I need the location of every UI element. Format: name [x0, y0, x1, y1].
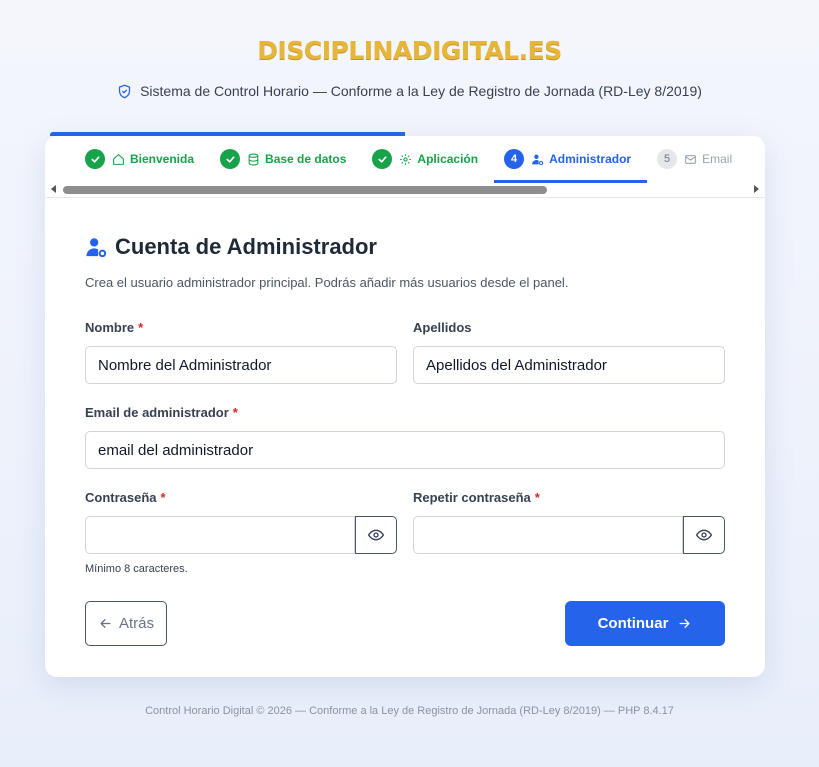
horizontal-scrollbar-thumb[interactable]: [63, 186, 547, 194]
wizard-steps: Bienvenida Base de datos Aplicación 4 Ad…: [45, 136, 765, 198]
eye-icon: [368, 529, 385, 541]
title-text: Cuenta de Administrador: [115, 234, 377, 259]
last-name-group: Apellidos: [413, 320, 725, 384]
first-name-input[interactable]: [85, 346, 397, 384]
last-name-label: Apellidos: [413, 320, 472, 335]
back-label: Atrás: [118, 615, 154, 632]
scroll-right-arrow[interactable]: [754, 185, 759, 193]
password-confirm-input[interactable]: [413, 516, 684, 554]
step-label: Email: [702, 152, 733, 166]
step-number: 4: [504, 149, 525, 169]
scroll-left-arrow[interactable]: [51, 185, 56, 193]
last-name-input[interactable]: [413, 346, 725, 384]
home-icon: [113, 153, 124, 165]
gear-icon: [400, 153, 412, 165]
continue-button[interactable]: Continuar: [565, 601, 725, 646]
toggle-password-confirm-visibility-button[interactable]: [683, 516, 725, 554]
email-group: Email de administrador *: [85, 405, 725, 469]
database-icon: [248, 153, 259, 165]
first-name-group: Nombre *: [85, 320, 397, 384]
step-database[interactable]: Base de datos: [210, 136, 362, 182]
password-confirm-label: Repetir contraseña *: [413, 490, 540, 505]
email-label: Email de administrador *: [85, 405, 238, 420]
user-gear-icon: [532, 154, 544, 165]
arrow-right-icon: [679, 619, 690, 628]
step-label: Aplicación: [417, 152, 479, 166]
shield-check-icon: [118, 84, 131, 98]
eye-icon: [696, 529, 713, 541]
user-gear-icon: [86, 238, 107, 258]
password-hint: Mínimo 8 caracteres.: [85, 563, 188, 575]
password-label: Contraseña *: [85, 490, 166, 505]
step-number: 5: [657, 149, 678, 169]
header-subtitle: Sistema de Control Horario — Conforme a …: [0, 83, 819, 99]
step-label: Administrador: [549, 152, 632, 166]
continue-label: Continuar: [597, 615, 669, 632]
envelope-icon: [685, 154, 697, 164]
check-icon: [85, 149, 105, 169]
check-icon: [372, 149, 393, 169]
step-email[interactable]: 5 Email: [647, 136, 748, 182]
step-application[interactable]: Aplicación: [362, 136, 494, 182]
first-name-label: Nombre *: [85, 320, 144, 335]
arrow-left-icon: [100, 619, 111, 628]
password-confirm-group: Repetir contraseña *: [413, 490, 725, 554]
back-button[interactable]: Atrás: [85, 601, 167, 646]
footer: Control Horario Digital © 2026 — Conform…: [145, 705, 674, 717]
step-label: Bienvenida: [130, 152, 195, 166]
page-title: Cuenta de Administrador: [85, 234, 725, 260]
step-administrator[interactable]: 4 Administrador: [494, 136, 648, 183]
toggle-password-visibility-button[interactable]: [355, 516, 397, 554]
subtitle-text: Sistema de Control Horario — Conforme a …: [140, 83, 702, 99]
form-description: Crea el usuario administrador principal.…: [85, 275, 569, 290]
setup-card: Bienvenida Base de datos Aplicación 4 Ad…: [45, 136, 765, 677]
brand-logo: DISCIPLINADIGITAL.ES: [257, 36, 562, 65]
password-group: Contraseña * Mínimo 8 caracteres.: [85, 490, 397, 575]
password-input[interactable]: [85, 516, 356, 554]
step-label: Base de datos: [265, 152, 347, 166]
email-input[interactable]: [85, 431, 725, 469]
check-icon: [220, 149, 241, 169]
step-welcome[interactable]: Bienvenida: [75, 136, 210, 182]
form-content: Cuenta de Administrador Crea el usuario …: [85, 234, 725, 290]
